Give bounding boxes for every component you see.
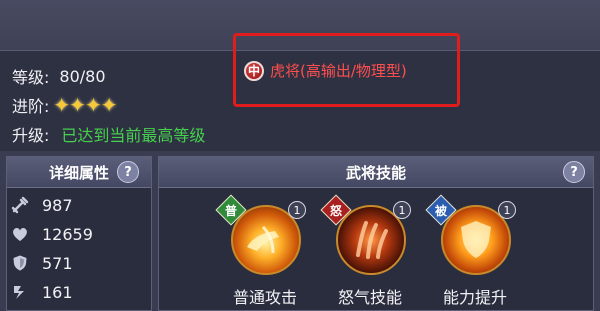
upgrade-status: 已达到当前最高等级 xyxy=(61,126,206,145)
attributes-help-button[interactable]: ? xyxy=(117,161,139,183)
skill-badge-text: 被 xyxy=(434,203,447,218)
attribute-row-defense: 571 xyxy=(10,253,73,273)
advance-stars: ✦ ✦ ✦ ✦ xyxy=(53,93,118,117)
star-icon: ✦ xyxy=(84,93,102,117)
attribute-value-defense: 571 xyxy=(42,253,73,273)
advance-row: 进阶: ✦ ✦ ✦ ✦ xyxy=(12,93,118,117)
speed-icon xyxy=(10,282,30,302)
skill-level: 1 xyxy=(393,201,411,219)
attribute-value-health: 12659 xyxy=(42,224,93,244)
skill-badge-text: 普 xyxy=(224,203,237,218)
upgrade-row: 升级: 已达到当前最高等级 xyxy=(12,122,205,146)
skill-level: 1 xyxy=(498,201,516,219)
attribute-value-attack: 987 xyxy=(42,195,73,215)
level-row: 等级: 80/80 xyxy=(12,64,106,88)
star-icon: ✦ xyxy=(69,93,86,117)
skill-name: 普通攻击 xyxy=(232,288,297,307)
upgrade-label: 升级: xyxy=(12,126,50,145)
star-icon: ✦ xyxy=(53,93,71,117)
skill-level: 1 xyxy=(288,201,306,219)
attribute-value-speed: 161 xyxy=(42,282,73,302)
skills-help-button[interactable]: ? xyxy=(563,161,585,183)
attribute-row-speed: 161 xyxy=(10,282,73,302)
attributes-panel-header: 详细属性 ? xyxy=(7,157,151,188)
skill-name: 怒气技能 xyxy=(337,288,402,307)
sword-icon xyxy=(10,195,30,215)
skills-panel-header: 武将技能 ? xyxy=(159,157,593,188)
level-value: 80/80 xyxy=(59,66,106,86)
attributes-panel-title: 详细属性 xyxy=(48,163,109,182)
skills-panel-title: 武将技能 xyxy=(345,163,406,182)
star-icon: ✦ xyxy=(100,93,118,117)
attribute-row-health: 12659 xyxy=(10,224,93,244)
shield-icon xyxy=(10,253,30,273)
attribute-row-attack: 987 xyxy=(10,195,73,215)
skill-name: 能力提升 xyxy=(442,288,507,307)
advance-label: 进阶: xyxy=(12,97,50,116)
skill-rage[interactable]: 怒 1 怒气技能 xyxy=(320,194,415,311)
heart-icon xyxy=(10,224,30,244)
highlight-box xyxy=(233,33,460,107)
skill-badge-text: 怒 xyxy=(329,203,342,218)
skill-normal-attack[interactable]: 普 1 普通攻击 xyxy=(215,194,310,311)
skill-passive[interactable]: 被 1 能力提升 xyxy=(425,194,520,311)
level-label: 等级: xyxy=(12,68,50,87)
